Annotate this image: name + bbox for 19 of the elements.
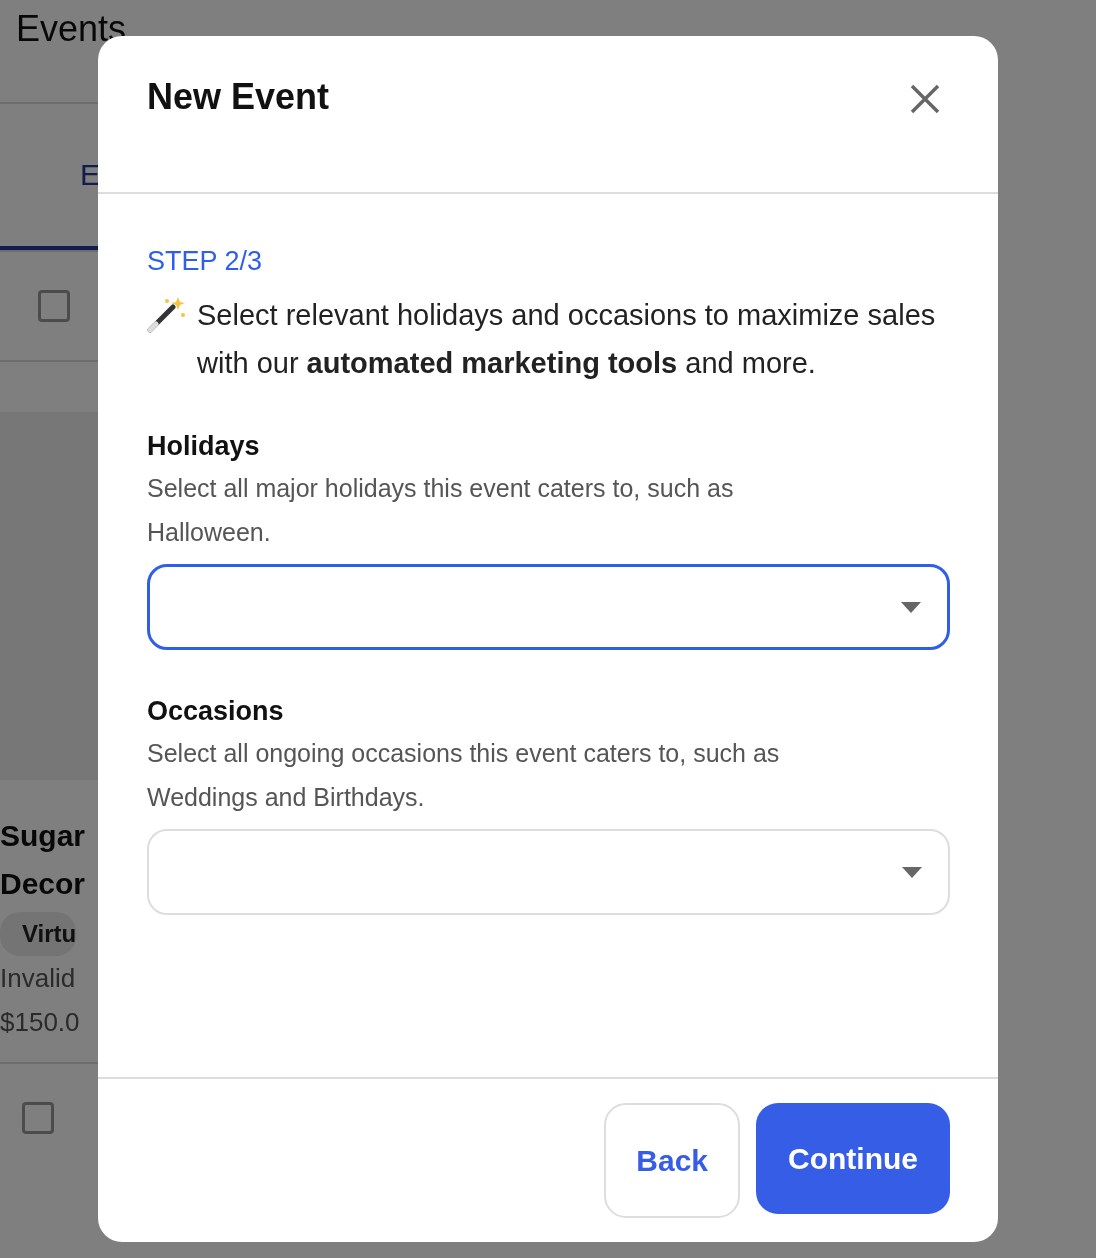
field-label: Occasions (147, 696, 285, 727)
intro-text: Select relevant holidays and occasions to maximize sales with our automated marketing tools and more. (197, 298, 937, 381)
dropdown-caret-icon (902, 866, 922, 878)
badge: Virtu (0, 912, 77, 956)
card-price: $150.0 (0, 1006, 81, 1039)
select-field[interactable] (147, 564, 950, 650)
step-indicator: STEP 2/3 (147, 246, 264, 277)
card-note: Invalid (0, 962, 77, 995)
magic-wand-icon (147, 295, 187, 333)
field-label: Holidays (147, 431, 261, 462)
back-button[interactable]: Back (604, 1103, 740, 1218)
checkbox[interactable] (38, 290, 70, 322)
close-icon[interactable] (910, 84, 940, 114)
field-help: Select all ongoing occasions this event caters to, such as Weddings and Birthdays. (147, 738, 781, 813)
field-help: Select all major holidays this event caters to, such as Halloween. (147, 473, 735, 548)
continue-button[interactable]: Continue (756, 1103, 950, 1214)
dropdown-caret-icon (901, 601, 921, 613)
checkbox[interactable] (22, 1102, 54, 1134)
card-title: Sugar Decor (0, 818, 87, 902)
